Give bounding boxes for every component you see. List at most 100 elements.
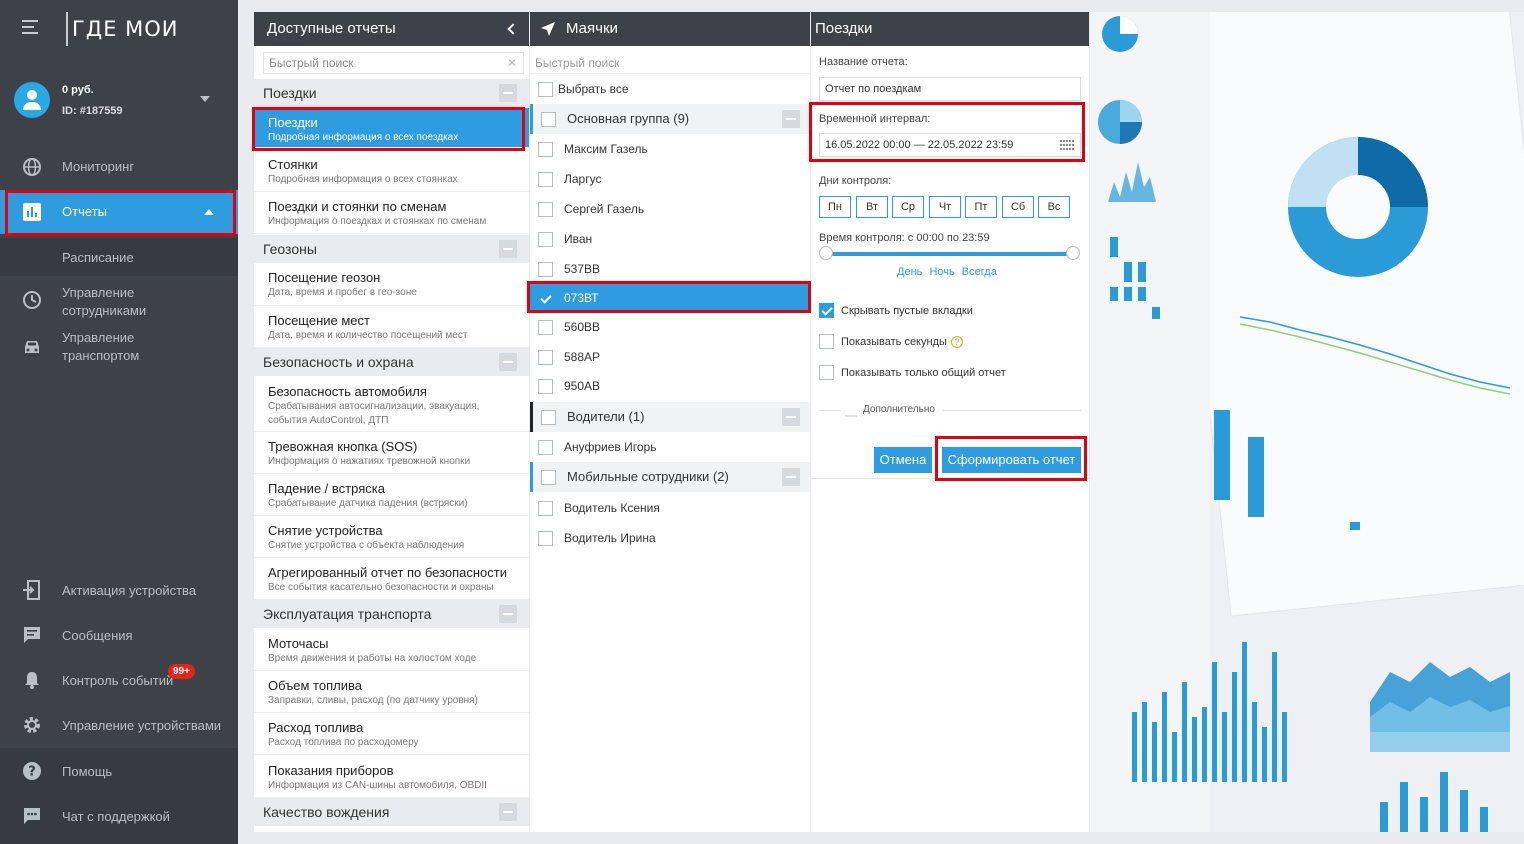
- report-item-motor-hours[interactable]: Моточасы Время движения и работы на холос…: [254, 629, 529, 671]
- report-item-car-security[interactable]: Безопасность автомобиля Срабатывания авто…: [254, 377, 529, 432]
- report-name-input[interactable]: Отчет по поездкам: [819, 77, 1081, 101]
- beacon-item[interactable]: 560ВВ: [530, 312, 810, 342]
- report-item-geozone-visits[interactable]: Посещение геозон Дата, время и пробег в г…: [254, 263, 529, 306]
- collapse-icon[interactable]: [782, 110, 800, 128]
- checkbox[interactable]: [538, 82, 553, 97]
- category-trips[interactable]: Поездки: [254, 79, 529, 107]
- nav-employees[interactable]: Управление сотрудниками: [0, 284, 238, 324]
- report-item-aggregated-security[interactable]: Агрегированный отчет по безопасности Все …: [254, 558, 529, 600]
- checkbox[interactable]: [538, 320, 553, 335]
- beacon-item[interactable]: 950АВ: [530, 371, 810, 401]
- checkbox[interactable]: [538, 232, 553, 247]
- beacon-item[interactable]: Водитель Ксения: [530, 493, 810, 523]
- category-label: Безопасность и охрана: [263, 354, 414, 370]
- additional-section-toggle[interactable]: Дополнительно: [819, 404, 1081, 417]
- help-icon[interactable]: ?: [950, 336, 963, 348]
- group-mobile-employees[interactable]: Мобильные сотрудники (2): [530, 462, 810, 492]
- preset-night-link[interactable]: Ночь: [929, 266, 954, 278]
- checkbox[interactable]: [538, 202, 553, 217]
- checkbox[interactable]: [541, 470, 556, 485]
- option-show-seconds[interactable]: Показывать секунды?: [819, 333, 963, 351]
- day-toggle-sun[interactable]: Вс: [1038, 196, 1070, 218]
- checkbox[interactable]: [538, 172, 553, 187]
- collapse-icon[interactable]: [782, 468, 800, 486]
- nav-monitoring[interactable]: Мониторинг: [0, 154, 238, 180]
- report-item-stops[interactable]: Стоянки Подробная информация о всех стоян…: [254, 150, 529, 192]
- logo-text: ГДЕ МОИ: [72, 17, 179, 41]
- report-item-shifts[interactable]: Поездки и стоянки по сменам Информация о …: [254, 192, 529, 234]
- report-item-instruments[interactable]: Показания приборов Информация из CAN-шины…: [254, 755, 529, 798]
- menu-toggle-icon[interactable]: [22, 20, 42, 36]
- checkbox[interactable]: [538, 440, 553, 455]
- beacon-item[interactable]: Водитель Ирина: [530, 523, 810, 553]
- beacon-item[interactable]: 537ВВ: [530, 254, 810, 284]
- nav-schedule[interactable]: Расписание: [0, 238, 238, 276]
- chevron-left-icon[interactable]: [507, 23, 519, 35]
- report-item-device-removal[interactable]: Снятие устройства Снятие устройства с объ…: [254, 516, 529, 558]
- option-hide-empty-tabs[interactable]: Скрывать пустые вкладки: [819, 302, 973, 320]
- slider-handle-end[interactable]: [1066, 246, 1080, 260]
- nav-device-management[interactable]: Управление устройствами: [0, 715, 238, 737]
- beacon-item[interactable]: Ларгус: [530, 164, 810, 194]
- collapse-icon[interactable]: [499, 353, 517, 371]
- report-item-sos[interactable]: Тревожная кнопка (SOS) Информация о нажат…: [254, 432, 529, 474]
- reports-search-input[interactable]: Быстрый поиск ✕: [263, 52, 524, 74]
- day-toggle-wed[interactable]: Ср: [892, 196, 924, 218]
- report-item-place-visits[interactable]: Посещение мест Дата, время и количество п…: [254, 306, 529, 348]
- checkbox[interactable]: [819, 365, 834, 380]
- preset-always-link[interactable]: Всегда: [962, 266, 997, 278]
- collapse-icon[interactable]: [499, 605, 517, 623]
- checkbox[interactable]: [538, 379, 553, 394]
- checkbox-checked[interactable]: [819, 303, 834, 318]
- collapse-icon[interactable]: [499, 84, 517, 102]
- group-main[interactable]: Основная группа (9): [530, 104, 810, 134]
- preset-day-link[interactable]: День: [897, 266, 922, 278]
- chevron-down-icon[interactable]: [200, 96, 210, 102]
- collapse-icon[interactable]: [499, 240, 517, 258]
- report-desc: Время движения и работы на холостом ходе: [268, 653, 477, 664]
- day-toggle-mon[interactable]: Пн: [819, 196, 851, 218]
- beacon-item[interactable]: 588АР: [530, 342, 810, 372]
- checkbox[interactable]: [541, 410, 556, 425]
- time-range-slider[interactable]: [825, 252, 1073, 256]
- beacon-item[interactable]: Иван: [530, 224, 810, 254]
- slider-handle-start[interactable]: [819, 246, 833, 260]
- nav-help[interactable]: ? Помощь: [0, 761, 238, 783]
- nav-event-control[interactable]: Контроль событий 99+: [0, 664, 238, 692]
- beacon-item[interactable]: Сергей Газель: [530, 194, 810, 224]
- beacon-item[interactable]: Ануфриев Игорь: [530, 432, 810, 462]
- report-item-fuel-consumption[interactable]: Расход топлива Расход топлива по расходом…: [254, 713, 529, 755]
- clear-icon[interactable]: ✕: [507, 53, 517, 73]
- beacon-item[interactable]: Максим Газель: [530, 134, 810, 164]
- report-item-fall[interactable]: Падение / встряска Срабатывание датчика п…: [254, 474, 529, 516]
- group-drivers[interactable]: Водители (1): [530, 402, 810, 432]
- checkbox[interactable]: [538, 142, 553, 157]
- category-driving-quality[interactable]: Качество вождения: [254, 798, 529, 826]
- option-total-only[interactable]: Показывать только общий отчет: [819, 364, 1006, 382]
- collapse-icon[interactable]: [499, 803, 517, 821]
- day-toggle-tue[interactable]: Вт: [856, 196, 888, 218]
- nav-transport[interactable]: Управление транспортом: [0, 329, 238, 369]
- checkbox[interactable]: [541, 112, 556, 127]
- collapse-icon[interactable]: [782, 408, 800, 426]
- checkbox[interactable]: [538, 501, 553, 516]
- checkbox[interactable]: [538, 262, 553, 277]
- row-label: 560ВВ: [564, 320, 601, 334]
- checkbox[interactable]: [819, 334, 834, 349]
- day-toggle-sat[interactable]: Сб: [1002, 196, 1034, 218]
- day-toggle-fri[interactable]: Пт: [965, 196, 997, 218]
- category-exploitation[interactable]: Эксплуатация транспорта: [254, 600, 529, 628]
- beacons-search-input[interactable]: Быстрый поиск: [530, 52, 810, 74]
- checkbox[interactable]: [538, 531, 553, 546]
- day-toggle-thu[interactable]: Чт: [929, 196, 961, 218]
- category-geozones[interactable]: Геозоны: [254, 235, 529, 263]
- user-account[interactable]: 0 руб. ID: #187559: [14, 82, 224, 122]
- select-all-row[interactable]: Выбрать все: [530, 74, 810, 104]
- checkbox[interactable]: [538, 350, 553, 365]
- cancel-button[interactable]: Отмена: [874, 447, 932, 473]
- nav-device-activation[interactable]: Активация устройства: [0, 580, 238, 602]
- nav-messages[interactable]: Сообщения: [0, 625, 238, 647]
- report-item-fuel-volume[interactable]: Объем топлива Заправки, сливы, расход (по…: [254, 671, 529, 713]
- nav-support-chat[interactable]: Чат с поддержкой: [0, 806, 238, 828]
- category-security[interactable]: Безопасность и охрана: [254, 348, 529, 376]
